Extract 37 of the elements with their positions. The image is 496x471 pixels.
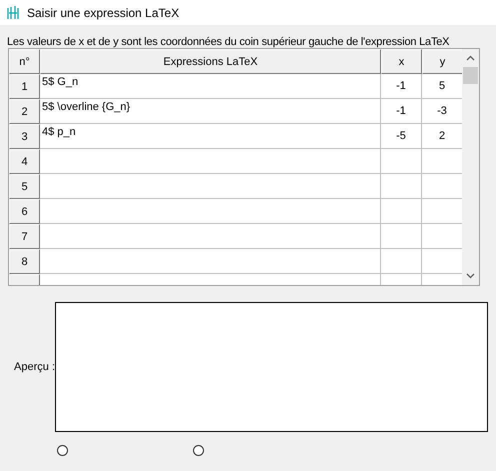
x-cell[interactable]	[381, 249, 422, 274]
radio-button[interactable]	[57, 445, 68, 456]
x-cell[interactable]	[381, 174, 422, 199]
x-cell[interactable]: -5	[381, 124, 422, 149]
row-header[interactable]: 7	[9, 224, 40, 249]
scroll-up-icon[interactable]	[466, 55, 475, 61]
x-cell[interactable]: -1	[381, 99, 422, 124]
row-header[interactable]: 1	[9, 74, 40, 99]
expression-cell[interactable]: 5$ G_n	[40, 74, 381, 99]
scroll-thumb[interactable]	[463, 67, 478, 84]
column-header[interactable]: y	[422, 49, 462, 74]
row-header[interactable]: 3	[9, 124, 40, 149]
expression-cell[interactable]	[40, 199, 381, 224]
expression-cell[interactable]	[40, 224, 381, 249]
row-header[interactable]: 4	[9, 149, 40, 174]
row-header[interactable]: 5	[9, 174, 40, 199]
window-title: Saisir une expression LaTeX	[27, 6, 180, 20]
expression-cell[interactable]	[40, 174, 381, 199]
x-cell[interactable]	[381, 149, 422, 174]
radio-button[interactable]	[193, 445, 204, 456]
column-header[interactable]: x	[381, 49, 422, 74]
row-header[interactable]: 6	[9, 199, 40, 224]
description-text: Les valeurs de x et de y sont les coordonnées du coin supérieur gauche de l'expression LaTeX	[6, 35, 450, 48]
row-header[interactable]: 2	[9, 99, 40, 124]
x-cell[interactable]	[381, 199, 422, 224]
expression-cell[interactable]	[40, 149, 381, 174]
preview-label: Aperçu :	[13, 361, 55, 373]
expression-cell[interactable]	[40, 249, 381, 274]
scrollbar[interactable]	[462, 49, 479, 285]
row-header[interactable]: 8	[9, 249, 40, 274]
x-cell[interactable]: -1	[381, 74, 422, 99]
expression-cell[interactable]: 5$ \overline {G_n}	[40, 99, 381, 124]
expression-cell[interactable]: 4$ p_n	[40, 124, 381, 149]
scroll-down-icon[interactable]	[466, 273, 475, 279]
column-header[interactable]: n°	[9, 49, 40, 74]
column-header[interactable]: Expressions LaTeX	[40, 49, 381, 74]
x-cell[interactable]	[381, 224, 422, 249]
